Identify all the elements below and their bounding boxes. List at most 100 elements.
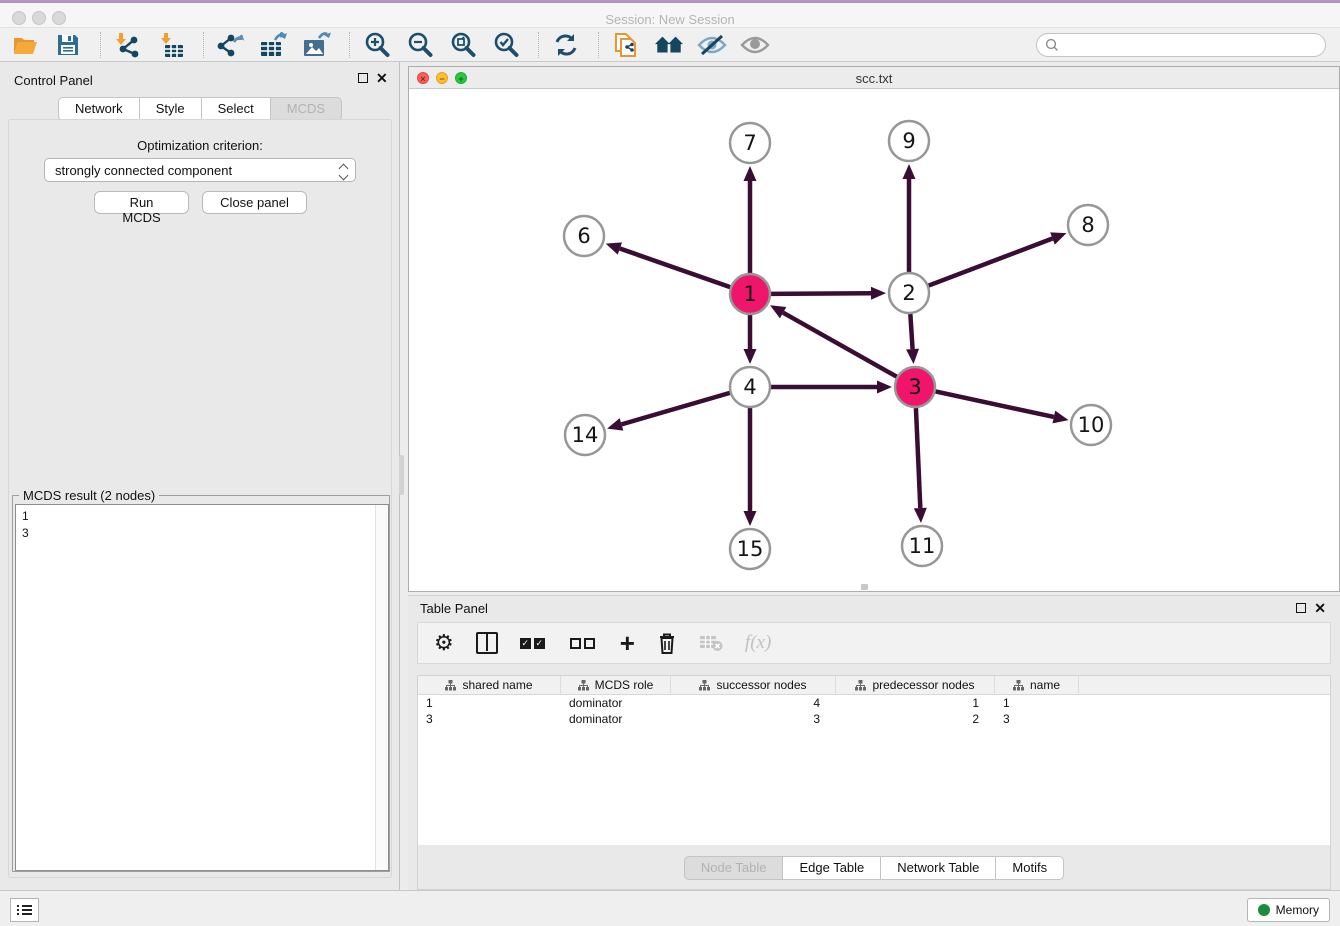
- canvas-scroll-thumb[interactable]: [861, 584, 868, 590]
- edge-4-14[interactable]: [621, 393, 729, 425]
- run-mcds-button[interactable]: Run MCDS: [94, 191, 189, 214]
- memory-status-icon: [1258, 904, 1270, 916]
- table-cell: dominator: [561, 711, 671, 727]
- network-view-window: × − + scc.txt 1234678910111415: [408, 66, 1340, 592]
- node-label-8: 8: [1081, 213, 1094, 237]
- apply-layout-icon[interactable]: [551, 31, 581, 59]
- save-session-icon[interactable]: [53, 31, 83, 59]
- node-label-7: 7: [743, 131, 756, 155]
- edge-1-2[interactable]: [771, 293, 871, 294]
- tab-motifs[interactable]: Motifs: [996, 856, 1064, 880]
- tab-node-table[interactable]: Node Table: [684, 856, 784, 880]
- split-divider-handle[interactable]: [399, 455, 404, 495]
- export-table-icon[interactable]: [259, 31, 289, 59]
- arrowhead-2-8: [1050, 232, 1066, 244]
- export-network-icon[interactable]: [216, 31, 246, 59]
- mcds-result-group: MCDS result (2 nodes) 13: [12, 495, 390, 872]
- arrowhead-2-3: [906, 349, 919, 364]
- network-graph[interactable]: 1234678910111415: [409, 89, 1339, 591]
- table-row[interactable]: 3dominator323: [418, 711, 1330, 727]
- table-panel: Table Panel ✕ ⚙ ✓✓ + f(x) shared name MCD…: [408, 595, 1340, 890]
- column-header-predecessor-nodes[interactable]: predecessor nodes: [836, 676, 995, 694]
- mcds-result-textarea[interactable]: 13: [15, 504, 389, 871]
- table-cell: 1: [836, 695, 995, 711]
- tab-edge-table[interactable]: Edge Table: [783, 856, 881, 880]
- tab-network[interactable]: Network: [58, 97, 140, 121]
- deselect-all-icon[interactable]: [570, 630, 598, 656]
- column-header-successor-nodes[interactable]: successor nodes: [671, 676, 836, 694]
- close-panel-icon[interactable]: ✕: [376, 73, 388, 83]
- close-table-panel-icon[interactable]: ✕: [1314, 603, 1326, 613]
- import-network-icon[interactable]: [113, 31, 143, 59]
- column-type-icon: [855, 680, 866, 691]
- zoom-in-icon[interactable]: [362, 31, 392, 59]
- zoom-selected-icon[interactable]: [491, 31, 521, 59]
- column-header-label: MCDS role: [595, 678, 654, 692]
- criterion-dropdown[interactable]: strongly connected component: [44, 158, 356, 182]
- clone-network-icon[interactable]: [611, 31, 641, 59]
- tab-select[interactable]: Select: [202, 97, 271, 121]
- control-panel-buttons: ✕: [358, 73, 388, 83]
- result-scrollbar[interactable]: [375, 505, 388, 870]
- edge-3-10[interactable]: [936, 391, 1054, 417]
- dropdown-stepper-icon: [340, 162, 347, 179]
- delete-table-icon: [699, 630, 723, 656]
- home-icon[interactable]: [654, 31, 684, 59]
- criterion-value: strongly connected component: [55, 163, 232, 178]
- show-details-icon[interactable]: [740, 31, 770, 59]
- table-header-row: shared name MCDS role successor nodes prede…: [418, 676, 1330, 695]
- network-canvas[interactable]: 1234678910111415: [409, 89, 1339, 591]
- import-table-icon[interactable]: [156, 31, 186, 59]
- edge-3-1[interactable]: [783, 313, 897, 377]
- edge-2-8[interactable]: [929, 238, 1053, 285]
- node-table[interactable]: shared name MCDS role successor nodes prede…: [417, 675, 1331, 845]
- column-header-MCDS-role[interactable]: MCDS role: [561, 676, 671, 694]
- node-label-4: 4: [743, 375, 756, 399]
- task-history-button[interactable]: [10, 898, 39, 922]
- close-panel-button[interactable]: Close panel: [202, 191, 307, 214]
- column-header-name[interactable]: name: [995, 676, 1079, 694]
- result-line: 1: [22, 508, 382, 525]
- float-table-panel-icon[interactable]: [1296, 603, 1306, 613]
- search-container: [1036, 33, 1326, 57]
- tab-mcds[interactable]: MCDS: [271, 97, 342, 121]
- column-header-label: predecessor nodes: [872, 678, 974, 692]
- float-panel-icon[interactable]: [358, 73, 368, 83]
- gear-icon[interactable]: ⚙: [434, 630, 454, 656]
- select-all-icon[interactable]: ✓✓: [520, 630, 548, 656]
- open-session-icon[interactable]: [10, 31, 40, 59]
- status-bar: Memory: [0, 890, 1340, 926]
- table-panel-title: Table Panel: [420, 601, 488, 616]
- column-pane-icon[interactable]: [476, 630, 498, 656]
- tab-style[interactable]: Style: [140, 97, 202, 121]
- add-icon[interactable]: +: [620, 630, 635, 656]
- table-row[interactable]: 1dominator411: [418, 695, 1330, 711]
- delete-icon[interactable]: [657, 630, 677, 656]
- node-label-11: 11: [909, 534, 936, 558]
- table-cell: dominator: [561, 695, 671, 711]
- tab-network-table[interactable]: Network Table: [881, 856, 996, 880]
- edge-1-6[interactable]: [620, 249, 730, 288]
- mcds-result-lines: 13: [22, 508, 382, 542]
- result-line: 3: [22, 525, 382, 542]
- column-header-shared-name[interactable]: shared name: [418, 676, 561, 694]
- table-cell: 1: [995, 695, 1079, 711]
- zoom-fit-icon[interactable]: [448, 31, 478, 59]
- mcds-result-title: MCDS result (2 nodes): [19, 488, 159, 503]
- toolbar-separator: [349, 32, 350, 58]
- memory-button[interactable]: Memory: [1247, 898, 1330, 922]
- search-input[interactable]: [1036, 33, 1326, 57]
- edge-3-11[interactable]: [916, 408, 920, 508]
- table-cell: 1: [418, 695, 561, 711]
- window-titlebar: Session: New Session: [0, 3, 1340, 28]
- table-cell: 3: [995, 711, 1079, 727]
- network-window-titlebar[interactable]: × − + scc.txt: [409, 67, 1339, 89]
- node-label-14: 14: [572, 423, 599, 447]
- export-image-icon[interactable]: [302, 31, 332, 59]
- zoom-out-icon[interactable]: [405, 31, 435, 59]
- edge-2-3[interactable]: [910, 314, 912, 349]
- hide-details-icon[interactable]: [697, 31, 727, 59]
- toolbar-separator: [598, 32, 599, 58]
- function-builder-icon: f(x): [745, 630, 771, 656]
- node-label-3: 3: [908, 375, 921, 399]
